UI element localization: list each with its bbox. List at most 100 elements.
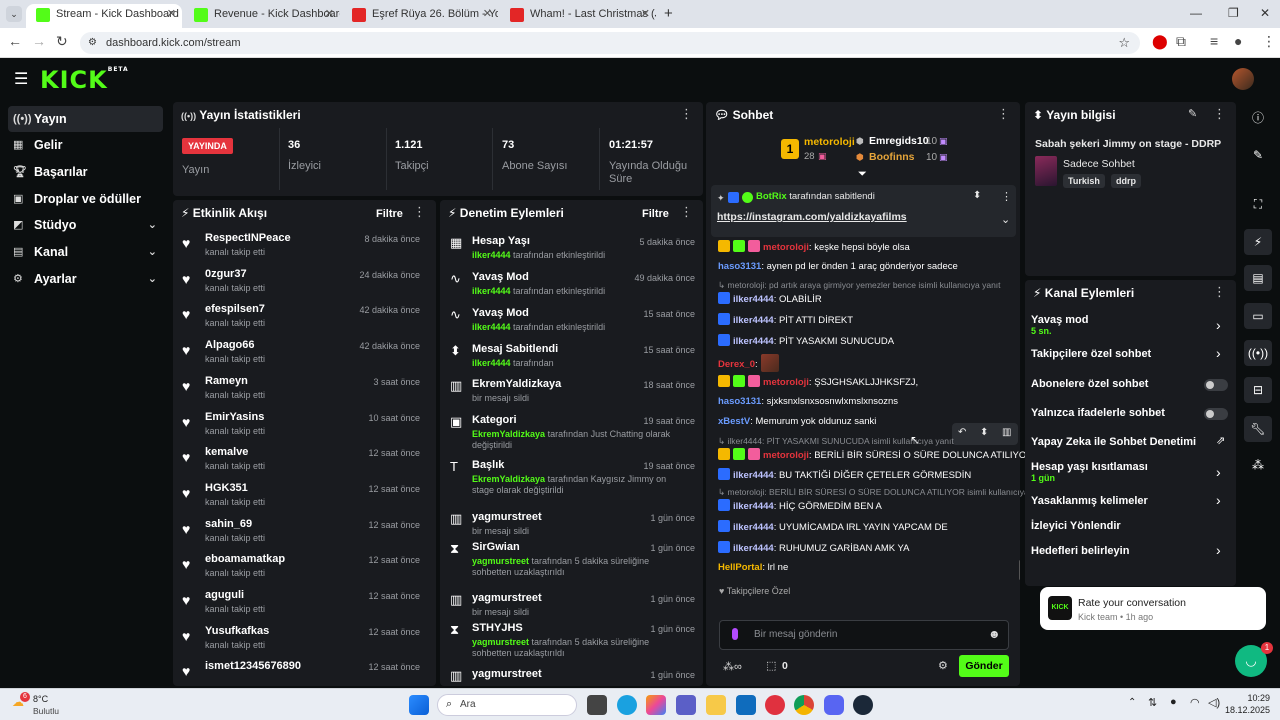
activity-row[interactable]: ♥ ismet12345676890 12 saat önce bbox=[173, 658, 430, 686]
chat-message[interactable]: ilker4444: UYUMİCAMDA IRL YAYIN YAPCAM D… bbox=[718, 520, 948, 533]
activity-row[interactable]: ♥ EmirYasins kanalı takip etti 10 saat önce bbox=[173, 409, 430, 444]
channel-points-icon[interactable]: ⁂∞ bbox=[723, 660, 742, 673]
wrench-icon[interactable]: 🔧︎ bbox=[1244, 416, 1272, 442]
info-icon[interactable]: ⓘ bbox=[1244, 105, 1272, 131]
task-view-icon[interactable] bbox=[587, 695, 607, 715]
chat-message[interactable]: ilker4444: PİT YASAKMI SUNUCUDA bbox=[718, 334, 894, 347]
chat-username[interactable]: metoroloji bbox=[763, 377, 809, 388]
channel-action-row[interactable]: Hesap yaşı kısıtlaması 1 gün bbox=[1031, 461, 1148, 483]
hamburger-menu-icon[interactable]: ☰ bbox=[14, 69, 28, 89]
channel-action-row[interactable]: Hedefleri belirleyin bbox=[1031, 545, 1129, 557]
chat-username[interactable]: Derex_0 bbox=[718, 359, 755, 370]
category-name[interactable]: Sadece Sohbet bbox=[1063, 158, 1135, 170]
activity-username[interactable]: 0zgur37 bbox=[205, 268, 247, 280]
activity-row[interactable]: ♥ eboamamatkap kanalı takip etti 12 saat ön… bbox=[173, 551, 430, 586]
clock-date[interactable]: 18.12.2025 bbox=[1210, 705, 1270, 715]
kick-logo[interactable]: KICKBETA bbox=[40, 66, 129, 94]
activity-row[interactable]: ♥ Yusufkafkas kanalı takip etti 12 saat önc… bbox=[173, 623, 430, 658]
teams-icon[interactable] bbox=[676, 695, 696, 715]
more-options-icon[interactable]: ⋮ bbox=[680, 204, 693, 220]
tray-overflow-icon[interactable]: ⌃ bbox=[1128, 697, 1136, 708]
reply-context[interactable]: ↳ metoroloji: pd artık araya girmiyor ye… bbox=[718, 280, 1001, 291]
channel-action-row[interactable]: Abonelere özel sohbet bbox=[1031, 378, 1148, 390]
activity-row[interactable]: ♥ sahin_69 kanalı takip etti 12 saat önce bbox=[173, 516, 430, 551]
chat-message[interactable]: Derex_0: bbox=[718, 354, 779, 372]
notification-toast[interactable]: KICK Rate your conversation Kick team • … bbox=[1040, 587, 1266, 630]
sidebar-item-droplar[interactable]: ▣ Droplar ve ödüller bbox=[8, 186, 163, 212]
channel-action-row[interactable]: Takipçilere özel sohbet bbox=[1031, 348, 1151, 360]
outlook-icon[interactable] bbox=[736, 695, 756, 715]
bookmark-star-icon[interactable]: ☆ bbox=[1118, 32, 1130, 54]
opera-icon[interactable] bbox=[765, 695, 785, 715]
activity-row[interactable]: ♥ Alpago66 kanalı takip etti 42 dakika önce bbox=[173, 337, 430, 372]
chat-settings-icon[interactable]: ⚙ bbox=[938, 659, 948, 672]
chat-username[interactable]: metoroloji bbox=[763, 242, 809, 253]
activity-row[interactable]: ♥ Rameyn kanalı takip etti 3 saat önce bbox=[173, 373, 430, 408]
pin-icon[interactable]: ⬍ bbox=[980, 427, 988, 438]
chat-username[interactable]: ilker4444 bbox=[733, 315, 774, 326]
activity-username[interactable]: kemalve bbox=[205, 446, 248, 458]
chat-scrollbar[interactable] bbox=[1019, 560, 1020, 580]
wifi-icon[interactable]: ◠ bbox=[1190, 696, 1200, 709]
more-options-icon[interactable]: ⋮ bbox=[997, 106, 1010, 122]
chat-message[interactable]: metoroloji: BERİLİ BİR SÜRESİ O SÜRE DOL… bbox=[718, 448, 1033, 461]
activity-username[interactable]: EmirYasins bbox=[205, 411, 264, 423]
back-icon[interactable]: ← bbox=[8, 33, 22, 49]
pinned-link[interactable]: https://instagram.com/yaldizkayafilms bbox=[717, 211, 907, 223]
browser-tab[interactable]: Eşref Rüya 26. Bölüm - YouTube ✕ bbox=[342, 4, 498, 28]
sidebar-item-kanal[interactable]: ▤ Kanal ⌄ bbox=[8, 239, 163, 265]
forward-icon[interactable]: → bbox=[32, 33, 46, 49]
emoji-icon[interactable]: ☻ bbox=[988, 627, 1001, 641]
close-tab-icon[interactable]: ✕ bbox=[167, 4, 176, 24]
chat-message[interactable]: ilker4444: OLABİLİR bbox=[718, 292, 822, 305]
activity-row[interactable]: ♥ aguguli kanalı takip etti 12 saat önce bbox=[173, 587, 430, 622]
moderator-name[interactable]: ilker4444 bbox=[472, 358, 511, 368]
tab-list-menu-icon[interactable]: ⌄ bbox=[6, 6, 22, 22]
activity-row[interactable]: ♥ 0zgur37 kanalı takip etti 24 dakika önce bbox=[173, 266, 430, 301]
reply-icon[interactable]: ↶ bbox=[958, 427, 966, 438]
fullscreen-icon[interactable]: ⛶ bbox=[1244, 191, 1272, 217]
external-link-icon[interactable]: ⇗ bbox=[1216, 434, 1225, 447]
moderator-name[interactable]: ilker4444 bbox=[472, 286, 511, 296]
sidebar-item-gelir[interactable]: ▦ Gelir bbox=[8, 132, 163, 158]
chat-username[interactable]: haso3131 bbox=[718, 396, 761, 407]
minimize-window-icon[interactable]: — bbox=[1190, 6, 1202, 20]
chat-username[interactable]: metoroloji bbox=[763, 450, 809, 461]
chat-message[interactable]: ilker4444: HİÇ GÖRMEDİM BEN A bbox=[718, 499, 882, 512]
pin-message-icon[interactable]: ⬍ bbox=[973, 190, 981, 201]
edit-icon[interactable]: ✎ bbox=[1188, 107, 1197, 120]
chevron-right-icon[interactable]: › bbox=[1216, 345, 1221, 361]
browser-tab[interactable]: Wham! - Last Christmas (JOHA ✕ bbox=[500, 4, 656, 28]
sidebar-item-yayin[interactable]: ((•)) Yayın bbox=[8, 106, 163, 132]
copilot-icon[interactable] bbox=[646, 695, 666, 715]
steam-icon[interactable] bbox=[853, 695, 873, 715]
pinned-message[interactable]: ✦ BotRix tarafından sabitlendi ⬍ ⋮ https… bbox=[711, 185, 1016, 237]
filter-button[interactable]: Filtre bbox=[376, 208, 403, 220]
activity-username[interactable]: HGK351 bbox=[205, 482, 248, 494]
close-window-icon[interactable]: ✕ bbox=[1260, 6, 1270, 20]
channel-action-row[interactable]: Yalnızca ifadelerle sohbet bbox=[1031, 407, 1165, 419]
chat-username[interactable]: ilker4444 bbox=[733, 522, 774, 533]
moderator-name[interactable]: EkremYaldizkaya bbox=[472, 429, 545, 439]
broadcast-icon[interactable]: ((•)) bbox=[1244, 340, 1272, 366]
tag-chip[interactable]: ddrp bbox=[1111, 174, 1141, 188]
chevron-down-icon[interactable]: ⌄ bbox=[1001, 213, 1010, 226]
moderator-name[interactable]: yagmurstreet bbox=[472, 637, 529, 647]
tag-chip[interactable]: Turkish bbox=[1063, 174, 1105, 188]
leader-name[interactable]: metoroloji bbox=[804, 136, 855, 148]
discord-icon[interactable] bbox=[824, 695, 844, 715]
user-avatar[interactable] bbox=[1232, 68, 1254, 90]
browser-tab[interactable]: Revenue - Kick Dashboard ✕ bbox=[184, 4, 340, 28]
clipboard-icon[interactable]: ▤ bbox=[1244, 265, 1272, 291]
windows-start-icon[interactable] bbox=[409, 695, 429, 715]
profile-avatar-icon[interactable]: ● bbox=[1234, 33, 1242, 49]
channel-action-row[interactable]: Yapay Zeka ile Sohbet Denetimi bbox=[1031, 436, 1196, 448]
site-info-icon[interactable]: ⚙ bbox=[88, 32, 97, 54]
file-explorer-icon[interactable] bbox=[706, 695, 726, 715]
edge-icon[interactable] bbox=[617, 695, 637, 715]
channel-action-row[interactable]: Yasaklanmış kelimeler bbox=[1031, 495, 1148, 507]
taskbar-search[interactable]: ⌕ Ara bbox=[437, 694, 577, 716]
media-control-icon[interactable]: ≡ bbox=[1210, 33, 1218, 49]
sidebar-item-studyo[interactable]: ◩ Stüdyo ⌄ bbox=[8, 212, 163, 238]
chat-message[interactable]: metoroloji: keşke hepsi böyle olsa bbox=[718, 240, 910, 253]
